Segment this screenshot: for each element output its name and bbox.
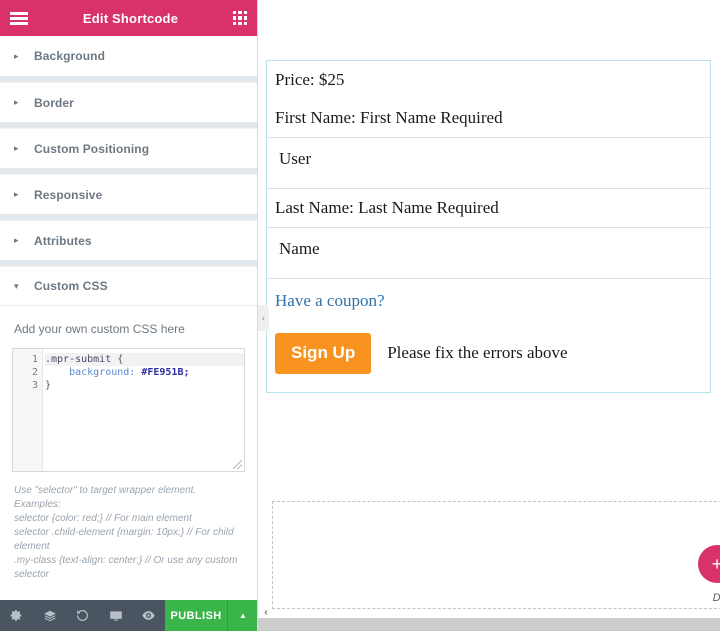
- responsive-mode-icon[interactable]: [99, 600, 132, 631]
- chevron-right-icon: ▸: [14, 98, 26, 107]
- custom-css-hint-text: Use "selector" to target wrapper element…: [12, 484, 245, 582]
- form-error-message: Please fix the errors above: [387, 343, 567, 363]
- custom-css-section-body: Add your own custom CSS here 1 2 3 .mpr-…: [0, 306, 257, 582]
- layers-navigator-icon[interactable]: [33, 600, 66, 631]
- first-name-input[interactable]: User: [267, 137, 710, 189]
- editor-sidebar-panel: Edit Shortcode ▸ Background ▸ Border ▸ C…: [0, 0, 258, 631]
- grid-apps-icon[interactable]: [233, 11, 247, 25]
- section-label: Custom Positioning: [34, 142, 149, 156]
- hamburger-menu-icon[interactable]: [10, 12, 28, 25]
- drag-widget-hint-text: Drag wid: [713, 592, 720, 604]
- elementor-editor-screen: Edit Shortcode ▸ Background ▸ Border ▸ C…: [0, 0, 720, 631]
- preview-eye-icon[interactable]: [132, 600, 165, 631]
- publish-options-caret-icon[interactable]: ▲: [227, 600, 258, 631]
- line-number: 3: [13, 379, 42, 392]
- panel-title: Edit Shortcode: [28, 11, 233, 26]
- section-label: Background: [34, 49, 105, 63]
- settings-gear-icon[interactable]: [0, 600, 33, 631]
- signup-form-widget: Price: $25 First Name: First Name Requir…: [266, 60, 711, 393]
- panel-header: Edit Shortcode: [0, 0, 257, 36]
- chevron-down-icon: ▾: [14, 282, 26, 291]
- code-line-2: background: #FE951B;: [45, 366, 244, 379]
- css-value-token: #FE951B;: [135, 367, 189, 378]
- sidebar-section-custom-positioning[interactable]: ▸ Custom Positioning: [0, 128, 257, 168]
- sidebar-section-responsive[interactable]: ▸ Responsive: [0, 174, 257, 214]
- custom-css-field-label: Add your own custom CSS here: [14, 322, 245, 336]
- section-label: Border: [34, 96, 74, 110]
- sign-up-button[interactable]: Sign Up: [275, 333, 371, 374]
- sidebar-section-custom-css[interactable]: ▾ Custom CSS: [0, 266, 257, 306]
- history-revisions-icon[interactable]: [66, 600, 99, 631]
- section-label: Responsive: [34, 188, 102, 202]
- custom-css-code-editor[interactable]: 1 2 3 .mpr-submit { background: #FE951B;…: [12, 348, 245, 472]
- sidebar-section-attributes[interactable]: ▸ Attributes: [0, 220, 257, 260]
- css-brace-token: }: [45, 380, 51, 391]
- widget-dropzone[interactable]: [272, 501, 720, 609]
- last-name-label: Last Name: Last Name Required: [267, 189, 710, 227]
- chevron-right-icon: ▸: [14, 190, 26, 199]
- first-name-label: First Name: First Name Required: [267, 99, 710, 137]
- chevron-right-icon: ▸: [14, 236, 26, 245]
- panel-collapse-handle-bottom[interactable]: ‹: [260, 605, 272, 619]
- editor-resize-grip-icon[interactable]: [233, 460, 242, 469]
- code-text-area[interactable]: .mpr-submit { background: #FE951B; }: [43, 349, 244, 471]
- have-a-coupon-link[interactable]: Have a coupon?: [267, 279, 393, 319]
- line-number: 2: [13, 366, 42, 379]
- css-selector-token: .mpr-submit: [45, 354, 111, 365]
- sidebar-section-background[interactable]: ▸ Background: [0, 36, 257, 76]
- sidebar-section-border[interactable]: ▸ Border: [0, 82, 257, 122]
- publish-button[interactable]: PUBLISH: [165, 600, 227, 631]
- line-number: 1: [13, 353, 42, 366]
- code-line-3: }: [45, 379, 244, 392]
- editor-canvas-preview: ‹ ‹ Price: $25 First Name: First Name Re…: [258, 0, 720, 631]
- canvas-horizontal-scrollbar[interactable]: [258, 618, 720, 631]
- panel-footer-toolbar: PUBLISH ▲: [0, 600, 258, 631]
- css-property-token: background:: [45, 367, 135, 378]
- chevron-right-icon: ▸: [14, 52, 26, 61]
- coupon-row: Have a coupon?: [267, 279, 710, 319]
- settings-accordion: ▸ Background ▸ Border ▸ Custom Positioni…: [0, 36, 257, 582]
- section-label: Attributes: [34, 234, 92, 248]
- code-line-1: .mpr-submit {: [45, 353, 244, 366]
- chevron-right-icon: ▸: [14, 144, 26, 153]
- last-name-input[interactable]: Name: [267, 227, 710, 279]
- code-gutter: 1 2 3: [13, 349, 43, 471]
- price-row: Price: $25: [267, 61, 710, 99]
- panel-collapse-handle[interactable]: ‹: [258, 305, 269, 331]
- submit-row: Sign Up Please fix the errors above: [267, 319, 710, 392]
- section-label: Custom CSS: [34, 279, 108, 293]
- css-brace-token: {: [111, 354, 123, 365]
